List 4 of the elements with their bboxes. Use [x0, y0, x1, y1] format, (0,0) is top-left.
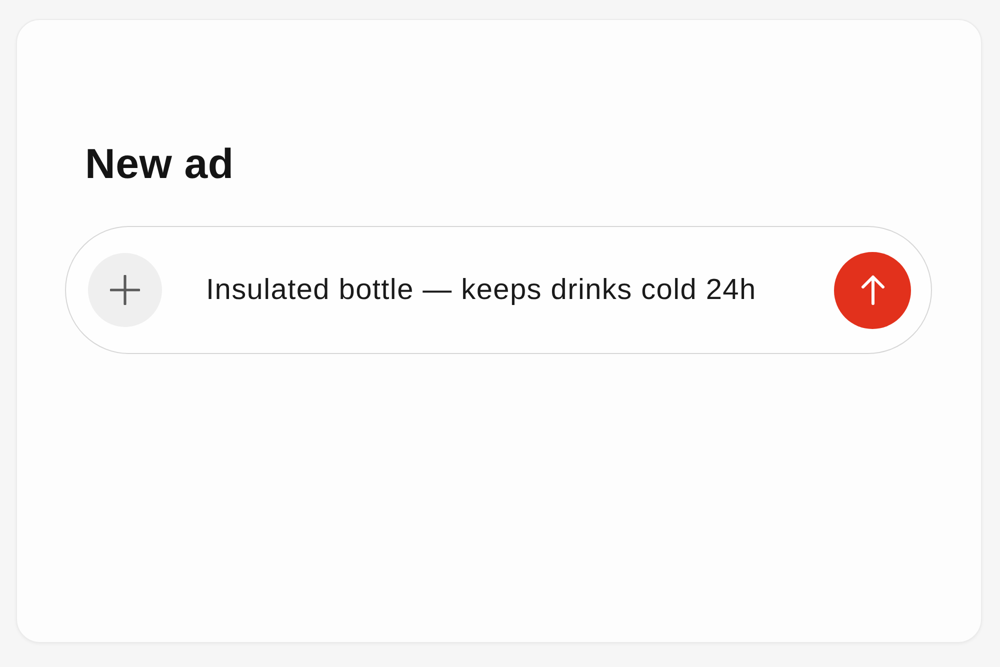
page-title: New ad — [85, 139, 235, 189]
arrow-up-icon — [860, 275, 884, 306]
text-input[interactable]: Insulated bottle — keeps drinks cold 24h — [206, 269, 814, 312]
plus-icon — [110, 275, 140, 306]
